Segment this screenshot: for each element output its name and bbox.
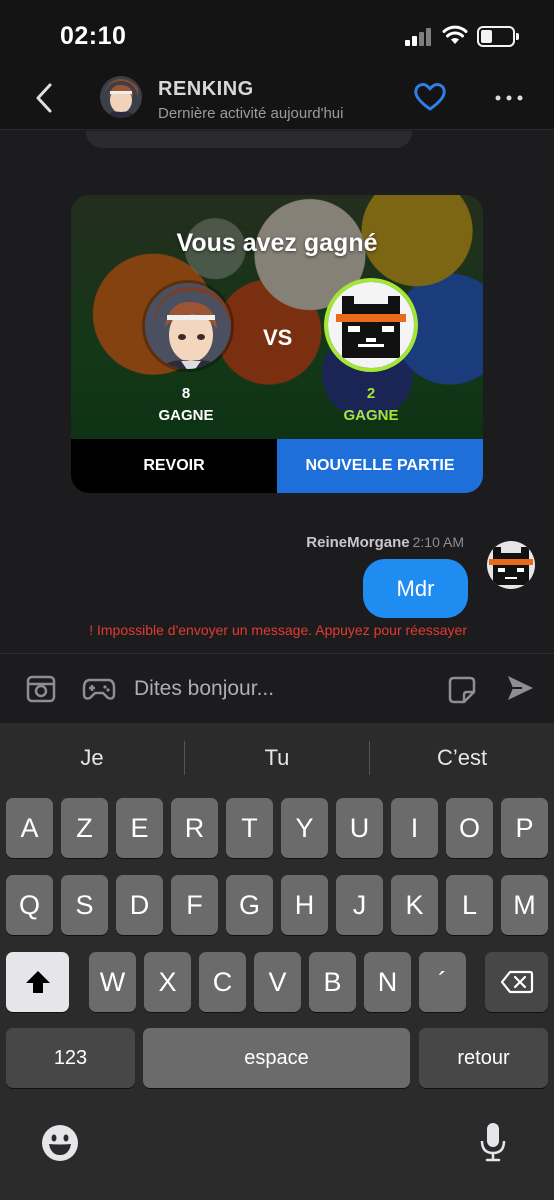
key-j[interactable]: J (336, 875, 383, 935)
key-n[interactable]: N (364, 952, 411, 1012)
key-a[interactable]: A (6, 798, 53, 858)
backspace-key[interactable] (485, 952, 548, 1012)
key-g[interactable]: G (226, 875, 273, 935)
key-q[interactable]: Q (6, 875, 53, 935)
emoji-icon[interactable] (40, 1123, 80, 1163)
game-result-card[interactable]: Vous avez gagné VS 8 GAGNE 2 GAGNE REVOI… (71, 195, 483, 493)
shift-key[interactable] (6, 952, 69, 1012)
send-error-text[interactable]: ! Impossible d'envoyer un message. Appuy… (89, 622, 467, 638)
key-u[interactable]: U (336, 798, 383, 858)
send-icon[interactable] (505, 673, 535, 703)
heart-icon[interactable] (413, 82, 447, 112)
suggestion-bar: Je Tu C’est (0, 723, 554, 793)
photo-icon[interactable] (26, 675, 56, 703)
player1-score-value: 8 (181, 385, 191, 402)
key-v[interactable]: V (254, 952, 301, 1012)
new-game-button[interactable]: NOUVELLE PARTIE (277, 439, 483, 493)
keyboard: Je Tu C’est A Z E R T Y U I O P Q S D F … (0, 723, 554, 1200)
suggestion-1[interactable]: Je (0, 745, 184, 771)
key-b[interactable]: B (309, 952, 356, 1012)
return-key[interactable]: retour (419, 1028, 548, 1088)
message-composer (0, 653, 554, 723)
key-e[interactable]: E (116, 798, 163, 858)
message-sender: ReineMorgane (306, 534, 410, 551)
key-z[interactable]: Z (61, 798, 108, 858)
key-t[interactable]: T (226, 798, 273, 858)
contact-avatar[interactable] (100, 76, 142, 118)
previous-message-bubble[interactable] (86, 131, 412, 148)
key-m[interactable]: M (501, 875, 548, 935)
chevron-left-icon[interactable] (30, 78, 60, 118)
shift-icon (25, 971, 50, 993)
sticker-icon[interactable] (448, 676, 476, 704)
own-avatar[interactable] (487, 541, 535, 589)
key-s[interactable]: S (61, 875, 108, 935)
more-icon[interactable] (494, 94, 524, 102)
game-result-title: Vous avez gagné (176, 229, 378, 257)
player1-score: 8 GAGNE (126, 383, 246, 427)
message-input[interactable] (134, 672, 424, 706)
key-i[interactable]: I (391, 798, 438, 858)
wifi-icon (442, 25, 468, 44)
key-h[interactable]: H (281, 875, 328, 935)
battery-icon (477, 26, 519, 47)
key-accent[interactable]: ´ (419, 952, 466, 1012)
key-l[interactable]: L (446, 875, 493, 935)
key-d[interactable]: D (116, 875, 163, 935)
suggestion-3[interactable]: C’est (370, 745, 554, 771)
backspace-icon (500, 970, 533, 994)
player2-score-label: GAGNE (343, 407, 399, 424)
suggestion-2[interactable]: Tu (185, 745, 369, 771)
message-time: 2:10 AM (412, 534, 464, 550)
key-p[interactable]: P (501, 798, 548, 858)
key-y[interactable]: Y (281, 798, 328, 858)
message-bubble[interactable]: Mdr (363, 559, 468, 618)
numbers-key[interactable]: 123 (6, 1028, 135, 1088)
status-time: 02:10 (60, 22, 127, 50)
key-x[interactable]: X (144, 952, 191, 1012)
player2-avatar (324, 278, 418, 372)
key-r[interactable]: R (171, 798, 218, 858)
versus-label: VS (263, 325, 293, 350)
key-w[interactable]: W (89, 952, 136, 1012)
last-activity: Dernière activité aujourd'hui (158, 105, 344, 122)
player1-avatar (142, 280, 234, 372)
gamepad-icon[interactable] (82, 676, 116, 702)
microphone-icon[interactable] (478, 1121, 508, 1163)
chat-header: RENKING Dernière activité aujourd'hui (0, 70, 554, 130)
key-f[interactable]: F (171, 875, 218, 935)
space-key[interactable]: espace (143, 1028, 410, 1088)
cellular-signal-icon (405, 28, 433, 46)
status-bar: 02:10 (0, 0, 554, 70)
player2-score-value: 2 (366, 385, 376, 402)
key-c[interactable]: C (199, 952, 246, 1012)
key-k[interactable]: K (391, 875, 438, 935)
chat-area[interactable]: Vous avez gagné VS 8 GAGNE 2 GAGNE REVOI… (0, 131, 554, 653)
player2-score: 2 GAGNE (311, 383, 431, 427)
message-meta: ReineMorgane 2:10 AM (306, 534, 464, 551)
key-o[interactable]: O (446, 798, 493, 858)
rematch-button[interactable]: REVOIR (71, 439, 277, 493)
player1-score-label: GAGNE (158, 407, 214, 424)
contact-name[interactable]: RENKING (158, 78, 254, 101)
